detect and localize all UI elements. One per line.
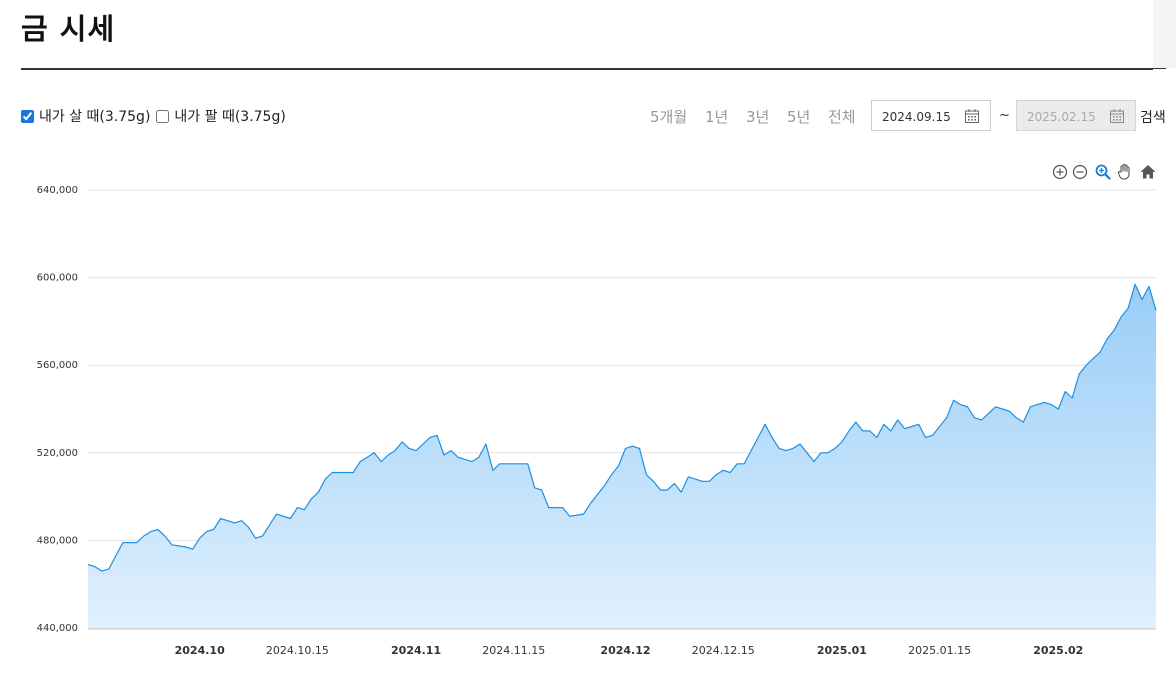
x-tick-label: 2024.10.15 [266, 644, 329, 657]
y-tick-label: 600,000 [37, 273, 78, 284]
y-tick-label: 640,000 [37, 185, 78, 196]
x-tick-label: 2024.12.15 [692, 644, 755, 657]
y-tick-label: 440,000 [37, 623, 78, 634]
x-tick-label: 2024.12 [600, 644, 650, 657]
y-tick-label: 480,000 [37, 535, 78, 546]
x-tick-label: 2024.10 [175, 644, 225, 657]
x-tick-label: 2024.11.15 [482, 644, 545, 657]
x-axis: 2024.10 2024.10.15 2024.11 2024.11.15 2024.1… [175, 644, 1084, 657]
y-axis: 440,000 480,000 520,000 560,000 600,000 640,0… [37, 185, 78, 634]
gold-price-chart[interactable]: 440,000 480,000 520,000 560,000 600,000 640,0… [0, 0, 1176, 678]
y-tick-label: 520,000 [37, 448, 78, 459]
x-tick-label: 2025.01.15 [908, 644, 971, 657]
x-tick-label: 2024.11 [391, 644, 441, 657]
y-tick-label: 560,000 [37, 360, 78, 371]
x-tick-label: 2025.02 [1033, 644, 1083, 657]
x-tick-label: 2025.01 [817, 644, 867, 657]
